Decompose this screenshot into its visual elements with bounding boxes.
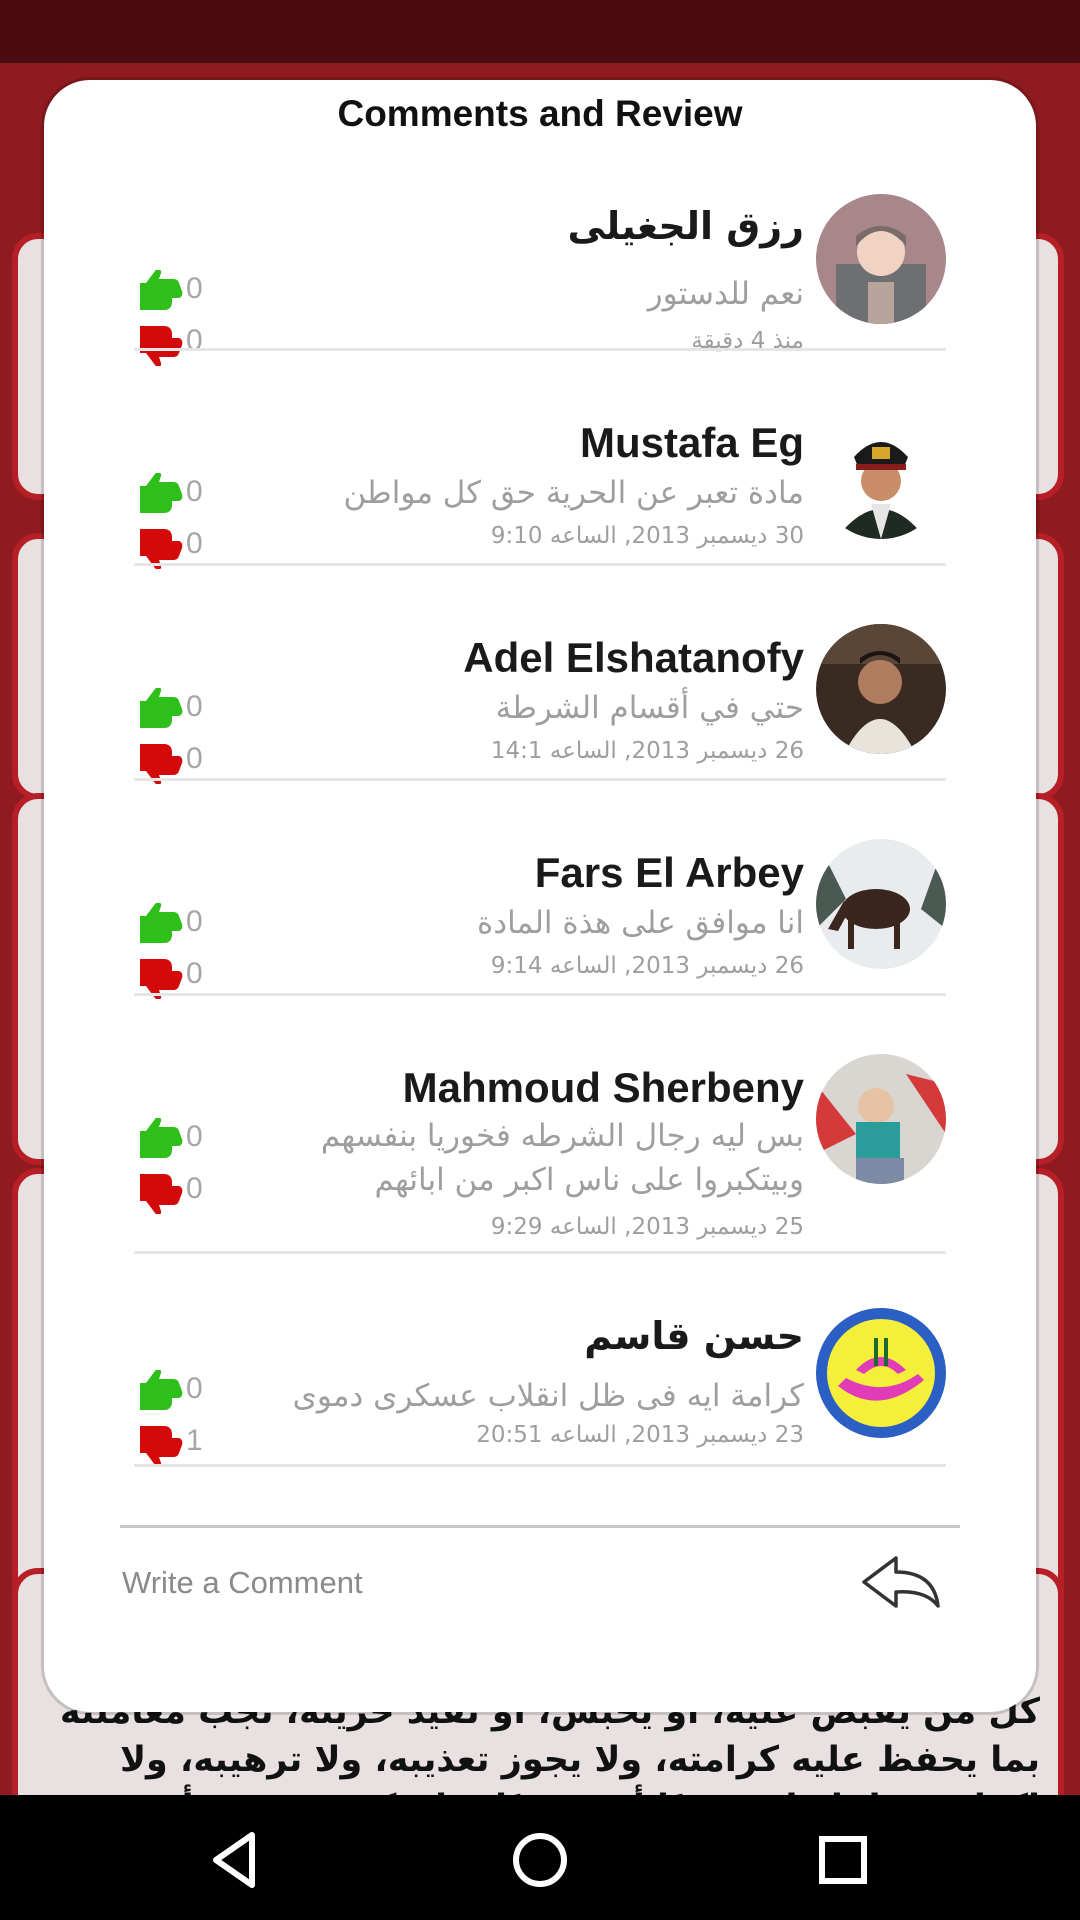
list-item: Fars El Arbey انا موافق على هذة المادة 2… [44, 781, 1036, 1000]
author-name: Adel Elshatanofy [463, 634, 804, 681]
like-button[interactable]: 0 [136, 1114, 246, 1162]
list-item: Mahmoud Sherbeny بس ليه رجال الشرطه فخور… [44, 996, 1036, 1254]
reply-arrow-icon [856, 1556, 946, 1622]
list-item: Mustafa Eg مادة تعبر عن الحرية حق كل موا… [44, 351, 1036, 570]
comment-text: حتي في أقسام الشرطة [495, 690, 804, 726]
comment-time: 26 ديسمبر 2013, الساعه 9:14 [490, 953, 804, 979]
author-name: Fars El Arbey [534, 849, 804, 896]
dislike-count: 0 [186, 1172, 203, 1205]
thumbs-up-icon [136, 902, 184, 947]
avatar[interactable] [816, 1054, 946, 1184]
comments-list[interactable]: 0 رزق الجغيلى نعم للدستور منذ 4 دقيقة [44, 148, 1036, 1568]
back-button[interactable] [200, 1825, 270, 1895]
author-name: Mahmoud Sherbeny [402, 1064, 804, 1111]
comment-time: 26 ديسمبر 2013, الساعه 14:1 [490, 738, 804, 764]
dialog-title: Comments and Review [337, 93, 743, 134]
home-button[interactable] [505, 1825, 575, 1895]
like-count: 0 [186, 475, 203, 508]
thumbs-down-icon [136, 1422, 184, 1467]
comment-text: بس ليه رجال الشرطه فخوريا بنفسهم وبيتكبر… [320, 1118, 804, 1198]
author-name: Mustafa Eg [579, 419, 804, 466]
home-circle-icon [505, 1833, 575, 1899]
dislike-count: 0 [186, 527, 203, 560]
dislike-button[interactable]: 1 [136, 1418, 246, 1467]
article-line: بما يحفظ عليه كرامته، ولا يجوز تعذيبه، و… [119, 1740, 1040, 1780]
comment-time: 25 ديسمبر 2013, الساعه 9:29 [490, 1214, 804, 1240]
list-item: Adel Elshatanofy حتي في أقسام الشرطة 26 … [44, 566, 1036, 785]
divider [134, 1464, 946, 1467]
comment-text: مادة تعبر عن الحرية حق كل مواطن [343, 475, 804, 511]
comment-text: انا موافق على هذة المادة [477, 905, 804, 941]
dislike-button[interactable]: 0 [136, 521, 246, 570]
dislike-count: 0 [186, 957, 203, 990]
recents-square-icon [808, 1836, 878, 1899]
comment-input[interactable] [120, 1550, 804, 1616]
thumbs-up-icon [136, 1369, 184, 1414]
like-count: 0 [186, 905, 203, 938]
dislike-button[interactable]: 0 [136, 736, 246, 785]
comment-text: كرامة ايه فى ظل انقلاب عسكرى دموى [292, 1378, 804, 1414]
dislike-button[interactable]: 0 [136, 951, 246, 1000]
dislike-button[interactable]: 0 [136, 1166, 246, 1215]
like-button[interactable]: 0 [136, 684, 246, 732]
thumbs-down-icon [136, 1170, 184, 1215]
like-count: 0 [186, 272, 203, 305]
avatar[interactable] [816, 1308, 946, 1438]
dislike-count: 0 [186, 742, 203, 775]
list-item: حسن قاسم كرامة ايه فى ظل انقلاب عسكرى دم… [44, 1254, 1036, 1469]
author-name: رزق الجغيلى [567, 204, 804, 248]
status-bar [0, 0, 1080, 63]
like-button[interactable]: 0 [136, 266, 246, 314]
thumbs-up-icon [136, 1117, 184, 1162]
comments-dialog: Comments and Review 0 [44, 80, 1036, 1712]
avatar[interactable] [816, 194, 946, 324]
thumbs-up-icon [136, 269, 184, 314]
thumbs-up-icon [136, 687, 184, 732]
author-name: حسن قاسم [584, 1314, 804, 1358]
thumbs-up-icon [136, 472, 184, 517]
back-triangle-icon [200, 1832, 270, 1899]
comment-time: 23 ديسمبر 2013, الساعه 20:51 [476, 1422, 804, 1448]
avatar[interactable] [816, 409, 946, 539]
like-count: 0 [186, 1372, 203, 1405]
dislike-count: 1 [186, 1424, 203, 1457]
avatar[interactable] [816, 839, 946, 969]
list-item: رزق الجغيلى نعم للدستور منذ 4 دقيقة 0 0 [44, 148, 1036, 367]
navigation-bar [0, 1795, 1080, 1920]
like-button[interactable]: 0 [136, 899, 246, 947]
like-count: 0 [186, 690, 203, 723]
avatar[interactable] [816, 624, 946, 754]
recents-button[interactable] [808, 1825, 878, 1895]
send-button[interactable] [856, 1548, 946, 1618]
like-count: 0 [186, 1120, 203, 1153]
input-divider [120, 1525, 960, 1528]
comment-time: 30 ديسمبر 2013, الساعه 9:10 [490, 523, 804, 549]
comment-text: نعم للدستور [647, 276, 804, 312]
like-button[interactable]: 0 [136, 1366, 246, 1414]
like-button[interactable]: 0 [136, 469, 246, 517]
